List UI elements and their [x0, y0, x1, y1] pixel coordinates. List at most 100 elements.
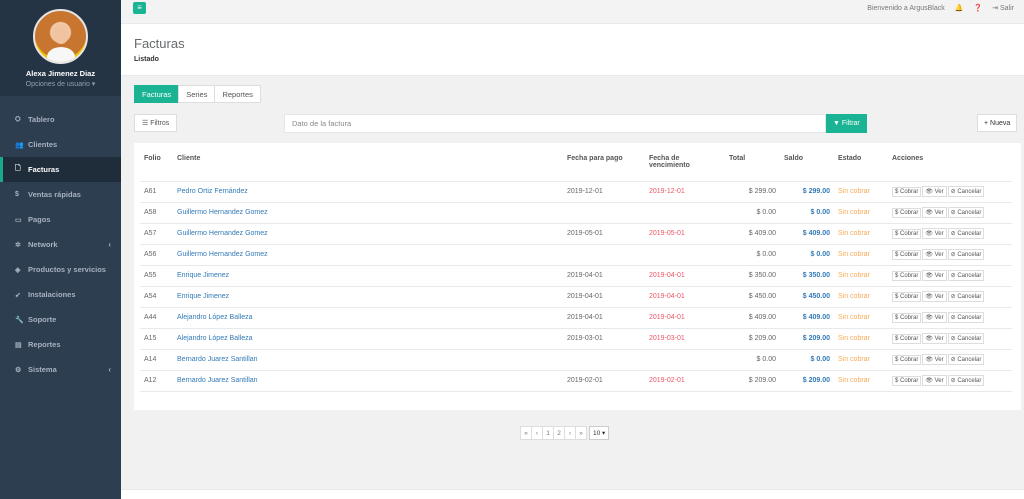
client-link[interactable]: Enrique Jimenez	[173, 286, 563, 308]
client-link[interactable]: Pedro Ortiz Fernández	[173, 181, 563, 203]
due-date-cell: 2019-05-01	[645, 223, 725, 245]
ver-button[interactable]: 👁 Ver	[922, 375, 947, 386]
payment-date-cell	[563, 349, 645, 371]
status-cell: Sin cobrar	[834, 265, 888, 287]
ver-button[interactable]: 👁 Ver	[922, 249, 947, 260]
sidebar-item-reportes[interactable]: ▤ Reportes	[0, 332, 121, 357]
cancelar-button[interactable]: ⊘ Cancelar	[947, 249, 985, 260]
ver-button[interactable]: 👁 Ver	[922, 186, 947, 197]
sidebar-item-sistema[interactable]: ⚙ Sistema ‹	[0, 357, 121, 382]
tab-reportes[interactable]: Reportes	[214, 85, 261, 103]
cobrar-button[interactable]: $ Cobrar	[892, 376, 922, 386]
sidebar-item-icon: ▭	[15, 216, 22, 224]
client-link[interactable]: Enrique Jimenez	[173, 265, 563, 287]
menu-toggle-button[interactable]: ≡	[133, 2, 146, 14]
tab-series[interactable]: Series	[178, 85, 216, 103]
ver-button[interactable]: 👁 Ver	[922, 312, 947, 323]
client-link[interactable]: Alejandro López Balleza	[173, 307, 563, 329]
tab-facturas[interactable]: Facturas	[134, 85, 180, 103]
sidebar-item-facturas[interactable]: 🗋 Facturas	[0, 157, 121, 182]
cancelar-button[interactable]: ⊘ Cancelar	[947, 312, 985, 323]
filters-button[interactable]: ☰ Filtros	[134, 114, 178, 132]
sidebar-item-productos-y-servicios[interactable]: ◈ Productos y servicios	[0, 257, 121, 282]
bell-icon[interactable]: 🔔	[955, 4, 964, 12]
client-link[interactable]: Guillermo Hernandez Gomez	[173, 223, 563, 245]
sidebar-item-label: Pagos	[28, 215, 51, 224]
cancelar-button[interactable]: ⊘ Cancelar	[947, 228, 985, 239]
cobrar-button[interactable]: $ Cobrar	[892, 334, 922, 344]
sidebar-item-icon: ▤	[15, 341, 22, 349]
ver-button[interactable]: 👁 Ver	[922, 291, 947, 302]
actions-cell: $ Cobrar 👁 Ver ⊘ Cancelar	[888, 244, 1012, 266]
folio-cell: A58	[140, 202, 173, 224]
client-link[interactable]: Guillermo Hernandez Gomez	[173, 244, 563, 266]
col-saldo: Saldo	[780, 151, 834, 182]
client-link[interactable]: Bernardo Juarez Santillan	[173, 370, 563, 392]
help-icon[interactable]: ❓	[973, 4, 982, 12]
col-acciones: Acciones	[888, 151, 1012, 182]
due-date-cell	[645, 244, 725, 266]
payment-date-cell	[563, 202, 645, 224]
cobrar-button[interactable]: $ Cobrar	[892, 208, 922, 218]
cobrar-button[interactable]: $ Cobrar	[892, 292, 922, 302]
client-link[interactable]: Alejandro López Balleza	[173, 328, 563, 350]
cobrar-button[interactable]: $ Cobrar	[892, 313, 922, 323]
cobrar-button[interactable]: $ Cobrar	[892, 229, 922, 239]
sidebar-item-icon: 🗋	[15, 165, 21, 172]
sidebar-item-soporte[interactable]: 🔧 Soporte	[0, 307, 121, 332]
balance-cell: $ 299.00	[780, 181, 834, 203]
total-cell: $ 409.00	[725, 307, 780, 329]
welcome-text: Bienvenido a ArgusBlack	[867, 4, 945, 12]
ver-button[interactable]: 👁 Ver	[922, 228, 947, 239]
logout-link[interactable]: ⇥ Salir	[992, 4, 1014, 12]
search-input[interactable]: Dato de la factura	[284, 114, 826, 133]
cobrar-button[interactable]: $ Cobrar	[892, 187, 922, 197]
status-cell: Sin cobrar	[834, 307, 888, 329]
client-link[interactable]: Bernardo Juarez Santillan	[173, 349, 563, 371]
ver-button[interactable]: 👁 Ver	[922, 270, 947, 281]
sidebar-item-tablero[interactable]: ⛭ Tablero	[0, 107, 121, 132]
ver-button[interactable]: 👁 Ver	[922, 354, 947, 365]
sidebar-item-label: Sistema	[28, 365, 57, 374]
due-date-cell: 2019-12-01	[645, 181, 725, 203]
client-link[interactable]: Guillermo Hernandez Gomez	[173, 202, 563, 224]
filter-submit-button[interactable]: ▼ Filtrar	[826, 114, 867, 133]
payment-date-cell: 2019-04-01	[563, 286, 645, 308]
cancelar-button[interactable]: ⊘ Cancelar	[947, 333, 985, 344]
page-size-select[interactable]: 10 ▾	[589, 426, 610, 440]
cancelar-button[interactable]: ⊘ Cancelar	[947, 207, 985, 218]
payment-date-cell: 2019-05-01	[563, 223, 645, 245]
new-invoice-button[interactable]: + Nueva	[977, 114, 1018, 132]
table-row: A57 Guillermo Hernandez Gomez 2019-05-01 20…	[140, 223, 1012, 245]
cobrar-button[interactable]: $ Cobrar	[892, 250, 922, 260]
status-cell: Sin cobrar	[834, 223, 888, 245]
last-page-button[interactable]: »	[575, 426, 587, 440]
sidebar-item-instalaciones[interactable]: ➹ Instalaciones	[0, 282, 121, 307]
actions-cell: $ Cobrar 👁 Ver ⊘ Cancelar	[888, 349, 1012, 371]
sidebar-item-clientes[interactable]: 👥 Clientes	[0, 132, 121, 157]
ver-button[interactable]: 👁 Ver	[922, 333, 947, 344]
sidebar-item-ventas-r-pidas[interactable]: $ Ventas rápidas	[0, 182, 121, 207]
sidebar-item-network[interactable]: ✲ Network ‹	[0, 232, 121, 257]
payment-date-cell: 2019-12-01	[563, 181, 645, 203]
sidebar-item-pagos[interactable]: ▭ Pagos	[0, 207, 121, 232]
table-row: A56 Guillermo Hernandez Gomez $ 0.00 $ 0.00…	[140, 244, 1012, 266]
cobrar-button[interactable]: $ Cobrar	[892, 271, 922, 281]
cancelar-button[interactable]: ⊘ Cancelar	[947, 186, 985, 197]
avatar[interactable]	[33, 9, 88, 64]
cancelar-button[interactable]: ⊘ Cancelar	[947, 291, 985, 302]
payment-date-cell: 2019-04-01	[563, 307, 645, 329]
sidebar-item-icon: 🔧	[15, 316, 24, 324]
cancelar-button[interactable]: ⊘ Cancelar	[947, 375, 985, 386]
status-cell: Sin cobrar	[834, 349, 888, 371]
table-row: A15 Alejandro López Balleza 2019-03-01 2019…	[140, 328, 1012, 350]
chevron-left-icon: ‹	[108, 240, 111, 249]
ver-button[interactable]: 👁 Ver	[922, 207, 947, 218]
cancelar-button[interactable]: ⊘ Cancelar	[947, 354, 985, 365]
payment-date-cell: 2019-02-01	[563, 370, 645, 392]
cancelar-button[interactable]: ⊘ Cancelar	[947, 270, 985, 281]
cobrar-button[interactable]: $ Cobrar	[892, 355, 922, 365]
user-options-dropdown[interactable]: Opciones de usuario ▾	[0, 80, 121, 88]
sidebar-item-icon: ✲	[15, 241, 21, 249]
col-folio: Folio	[140, 151, 173, 182]
